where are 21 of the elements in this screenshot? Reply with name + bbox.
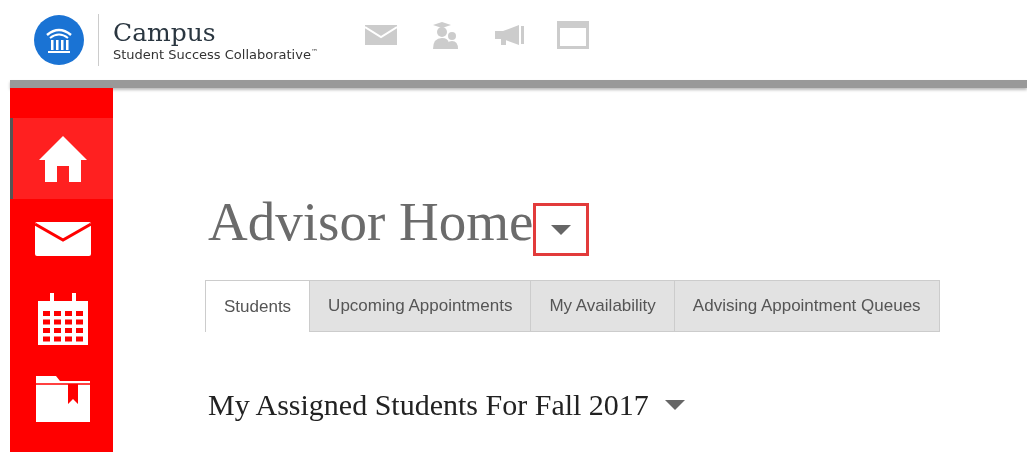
section-title: My Assigned Students For Fall 2017: [208, 388, 649, 422]
home-icon: [37, 133, 89, 184]
tab[interactable]: Upcoming Appointments: [310, 280, 532, 332]
logo-icon: [34, 15, 84, 65]
tab[interactable]: Students: [205, 280, 311, 332]
window-icon: [556, 21, 589, 49]
brand-title: Campus: [113, 18, 217, 47]
title-menu-button[interactable]: [533, 203, 590, 256]
page-title: Advisor Home: [208, 192, 534, 252]
tab[interactable]: Advising Appointment Queues: [674, 280, 940, 332]
brand-subtitle: Student Success Collaborative$^{™}$: [113, 46, 318, 62]
caret-icon[interactable]: [664, 400, 685, 410]
megaphone-icon: [492, 24, 525, 46]
graduate-icon: [430, 21, 459, 49]
calendar-icon: [38, 293, 88, 345]
tab[interactable]: My Availability: [531, 280, 675, 332]
caret-icon: [551, 224, 572, 235]
sidebar-item[interactable]: [10, 118, 113, 199]
envelope-icon: [35, 222, 91, 256]
envelope-icon: [364, 25, 397, 45]
bookmark-folder-icon: [36, 376, 90, 422]
